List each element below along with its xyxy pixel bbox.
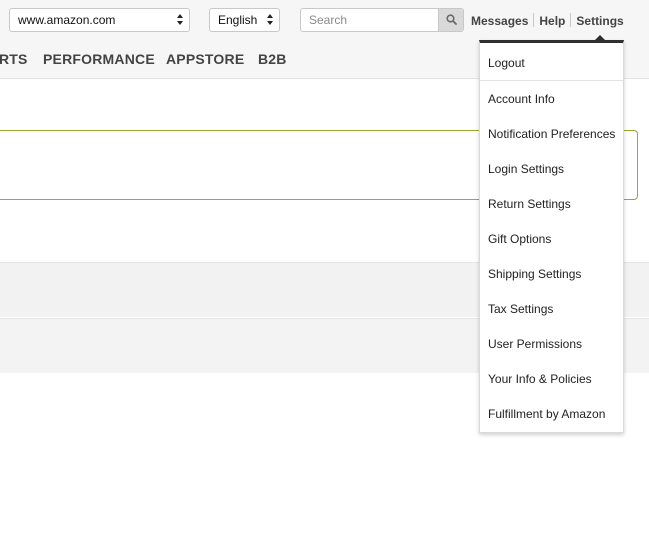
menu-item-your-info-policies[interactable]: Your Info & Policies [488, 372, 592, 386]
search-input[interactable] [301, 9, 439, 31]
link-separator [570, 13, 572, 27]
search-icon [446, 14, 457, 25]
menu-divider [480, 80, 623, 81]
help-link[interactable]: Help [539, 14, 565, 28]
tab-performance[interactable]: PERFORMANCE [43, 51, 155, 67]
caret-up-icon [595, 35, 605, 40]
menu-item-account-info[interactable]: Account Info [488, 92, 555, 106]
menu-item-notification-preferences[interactable]: Notification Preferences [488, 127, 615, 141]
top-bar: www.amazon.com English Messages Help Setti… [0, 0, 649, 40]
top-links: Messages Help Settings [471, 13, 624, 28]
menu-item-return-settings[interactable]: Return Settings [488, 197, 571, 211]
link-separator [533, 13, 535, 27]
updown-arrows-icon [267, 14, 273, 26]
menu-item-shipping-settings[interactable]: Shipping Settings [488, 267, 581, 281]
language-select-value: English [218, 13, 258, 27]
tab-b2b[interactable]: B2B [258, 51, 287, 67]
menu-item-login-settings[interactable]: Login Settings [488, 162, 564, 176]
tab-appstore[interactable]: APPSTORE [166, 51, 244, 67]
menu-item-tax-settings[interactable]: Tax Settings [488, 302, 553, 316]
marketplace-select-value: www.amazon.com [18, 13, 116, 27]
messages-link[interactable]: Messages [471, 14, 528, 28]
marketplace-select[interactable]: www.amazon.com [9, 8, 190, 32]
settings-link[interactable]: Settings [576, 14, 623, 28]
language-select[interactable]: English [209, 8, 280, 32]
menu-item-fulfillment-by-amazon[interactable]: Fulfillment by Amazon [488, 407, 605, 421]
tab-reports[interactable]: RTS [0, 51, 28, 67]
settings-dropdown-menu: Logout Account Info Notification Prefere… [479, 35, 624, 433]
search-box [300, 8, 464, 32]
search-button[interactable] [438, 9, 463, 31]
updown-arrows-icon [177, 14, 183, 26]
menu-item-logout[interactable]: Logout [488, 56, 525, 70]
menu-item-user-permissions[interactable]: User Permissions [488, 337, 582, 351]
menu-item-gift-options[interactable]: Gift Options [488, 232, 551, 246]
